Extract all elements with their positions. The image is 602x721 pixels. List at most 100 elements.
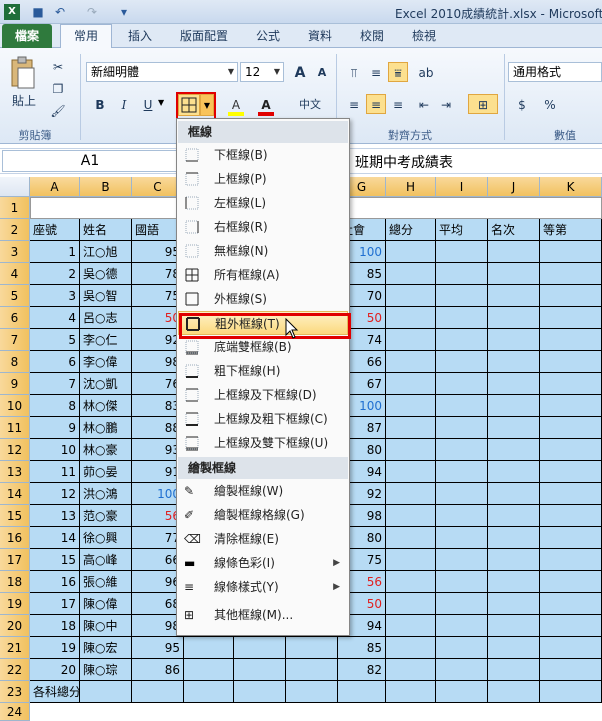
- cell[interactable]: [540, 681, 602, 703]
- cell[interactable]: 林○鵬: [80, 417, 132, 439]
- cell[interactable]: [488, 637, 540, 659]
- cell[interactable]: [80, 681, 132, 703]
- cell[interactable]: [540, 483, 602, 505]
- cell[interactable]: [540, 241, 602, 263]
- cell[interactable]: [436, 417, 488, 439]
- cell[interactable]: 15: [30, 549, 80, 571]
- cell[interactable]: [436, 373, 488, 395]
- copy-icon[interactable]: ❐: [48, 78, 68, 98]
- menu-item-right-border[interactable]: 右框線(R): [178, 215, 348, 239]
- cell[interactable]: [386, 439, 436, 461]
- cell[interactable]: [540, 593, 602, 615]
- cell[interactable]: [488, 615, 540, 637]
- row-header-22[interactable]: 22: [0, 659, 30, 681]
- cell[interactable]: [540, 263, 602, 285]
- cell[interactable]: [540, 285, 602, 307]
- cell[interactable]: 85: [338, 637, 386, 659]
- cell[interactable]: 姓名: [80, 219, 132, 241]
- align-bottom-icon[interactable]: ⩸: [388, 62, 408, 82]
- increase-indent-icon[interactable]: ⇥: [436, 94, 456, 114]
- cell[interactable]: [436, 241, 488, 263]
- cell[interactable]: 陳○中: [80, 615, 132, 637]
- tab-page-layout[interactable]: 版面配置: [170, 24, 238, 48]
- cell[interactable]: [386, 571, 436, 593]
- menu-item-top-bottom-border[interactable]: 上框線及下框線(D): [178, 383, 348, 407]
- cell[interactable]: 洪○鴻: [80, 483, 132, 505]
- chevron-down-icon[interactable]: ▼: [225, 63, 237, 81]
- row-header-14[interactable]: 14: [0, 483, 30, 505]
- row-header-9[interactable]: 9: [0, 373, 30, 395]
- row-header-3[interactable]: 3: [0, 241, 30, 263]
- cell[interactable]: [436, 615, 488, 637]
- column-header-j[interactable]: J: [488, 177, 540, 197]
- cell[interactable]: 3: [30, 285, 80, 307]
- cell[interactable]: 82: [338, 659, 386, 681]
- cell[interactable]: [386, 681, 436, 703]
- cell[interactable]: [436, 439, 488, 461]
- shrink-font-button[interactable]: A: [312, 62, 332, 82]
- align-left-icon[interactable]: ≡: [344, 94, 364, 114]
- cell[interactable]: [436, 307, 488, 329]
- font-size-combo[interactable]: 12 ▼: [240, 62, 284, 82]
- menu-item-line-style[interactable]: ≡ 線條樣式(Y) ▶: [178, 575, 348, 599]
- cell[interactable]: [184, 637, 234, 659]
- cell[interactable]: 林○傑: [80, 395, 132, 417]
- menu-item-outside-borders[interactable]: 外框線(S): [178, 287, 348, 311]
- cell[interactable]: [488, 527, 540, 549]
- cell[interactable]: [540, 637, 602, 659]
- cell[interactable]: 江○旭: [80, 241, 132, 263]
- cell[interactable]: [386, 351, 436, 373]
- cell[interactable]: 8: [30, 395, 80, 417]
- redo-icon[interactable]: ↷: [84, 4, 100, 20]
- cell[interactable]: 平均: [436, 219, 488, 241]
- row-header-23[interactable]: 23: [0, 681, 30, 703]
- cell[interactable]: [386, 373, 436, 395]
- percent-button[interactable]: %: [540, 94, 560, 114]
- select-all-corner[interactable]: [0, 177, 30, 197]
- menu-item-draw-border[interactable]: ✎ 繪製框線(W): [178, 479, 348, 503]
- cell[interactable]: 6: [30, 351, 80, 373]
- menu-item-thick-bottom-border[interactable]: 粗下框線(H): [178, 359, 348, 383]
- cell[interactable]: [540, 373, 602, 395]
- cell[interactable]: [386, 615, 436, 637]
- cell[interactable]: [386, 527, 436, 549]
- formula-input[interactable]: 班期中考成績表: [355, 152, 453, 172]
- cell[interactable]: [234, 681, 286, 703]
- cell[interactable]: [488, 263, 540, 285]
- cell[interactable]: 范○豪: [80, 505, 132, 527]
- cell[interactable]: [234, 659, 286, 681]
- merge-center-icon[interactable]: ⊞: [468, 94, 498, 114]
- cell[interactable]: 10: [30, 439, 80, 461]
- row-header-11[interactable]: 11: [0, 417, 30, 439]
- decrease-indent-icon[interactable]: ⇤: [414, 94, 434, 114]
- cell[interactable]: 總分: [386, 219, 436, 241]
- row-header-8[interactable]: 8: [0, 351, 30, 373]
- cell[interactable]: [436, 505, 488, 527]
- cell[interactable]: [436, 527, 488, 549]
- cell[interactable]: [488, 285, 540, 307]
- cell[interactable]: 林○豪: [80, 439, 132, 461]
- row-header-19[interactable]: 19: [0, 593, 30, 615]
- cell[interactable]: [386, 395, 436, 417]
- chevron-down-icon[interactable]: ▼: [271, 63, 283, 81]
- cell[interactable]: [184, 681, 234, 703]
- menu-item-top-double-bottom-border[interactable]: 上框線及雙下框線(U): [178, 431, 348, 455]
- cell[interactable]: 2: [30, 263, 80, 285]
- cell[interactable]: [540, 439, 602, 461]
- cell[interactable]: [488, 307, 540, 329]
- cell[interactable]: [540, 329, 602, 351]
- cell[interactable]: [436, 681, 488, 703]
- menu-item-top-thick-bottom-border[interactable]: 上框線及粗下框線(C): [178, 407, 348, 431]
- cell[interactable]: 86: [132, 659, 184, 681]
- cell[interactable]: [488, 373, 540, 395]
- cell[interactable]: 12: [30, 483, 80, 505]
- row-header-1[interactable]: 1: [0, 197, 30, 219]
- cell[interactable]: [386, 505, 436, 527]
- cell[interactable]: 18: [30, 615, 80, 637]
- cell[interactable]: [540, 527, 602, 549]
- cell[interactable]: [540, 571, 602, 593]
- cell[interactable]: 16: [30, 571, 80, 593]
- cell[interactable]: [386, 329, 436, 351]
- cell[interactable]: 沈○凱: [80, 373, 132, 395]
- cell[interactable]: [488, 439, 540, 461]
